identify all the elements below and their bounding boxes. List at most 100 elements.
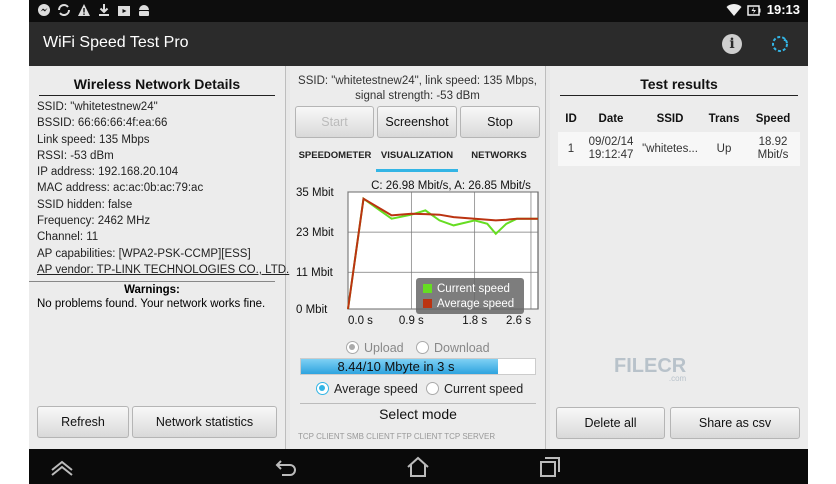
cell-date: 09/02/14 19:12:47 [584,132,638,166]
cell-speed: 18.92 Mbit/s [746,132,800,166]
progress-text: 8.44/10 Mbyte in 3 s [337,359,455,374]
stop-button[interactable]: Stop [460,106,540,138]
y-tick-label: 23 Mbit [296,227,335,239]
detail-capabilities: AP capabilities: [WPA2-PSK-CCMP][ESS] [37,247,251,260]
messenger-icon [37,3,51,21]
detail-ip: IP address: 192.168.20.104 [37,166,179,179]
details-list: SSID: "whitetestnew24" BSSID: 66:66:66:4… [29,96,290,278]
store-icon [117,3,131,21]
download-radio[interactable] [416,341,429,354]
test-results-panel: Test results ID Date SSID Trans Speed 1 … [550,66,808,449]
delete-all-button[interactable]: Delete all [556,407,665,439]
warnings-text: No problems found. Your network works fi… [37,298,266,311]
info-icon[interactable]: i [722,34,742,54]
chart-title: C: 26.98 Mbit/s, A: 26.85 Mbit/s [371,180,531,192]
navigation-bar [29,449,808,484]
y-tick-label: 35 Mbit [296,187,335,199]
status-time: 19:13 [766,2,800,17]
average-speed-radio[interactable] [316,382,329,395]
average-speed-option[interactable]: Average speed [316,382,418,396]
detail-vendor: AP vendor: TP-LINK TECHNOLOGIES CO., LTD… [37,263,290,276]
table-header-row: ID Date SSID Trans Speed [558,106,800,132]
x-tick-label: 0.9 s [399,315,424,327]
y-tick-label: 11 Mbit [296,267,334,279]
warning-icon [77,3,91,21]
status-bar: 19:13 [29,0,808,22]
detail-bssid: BSSID: 66:66:66:4f:ea:66 [37,117,168,130]
chart-legend: Current speed Average speed [416,278,524,314]
tab-visualization[interactable]: VISUALIZATION [376,148,458,172]
wifi-icon [726,3,742,21]
cell-ssid: "whitetes... [638,132,702,166]
refresh-button[interactable]: Refresh [37,406,129,438]
cell-speed-unit: Mbit/s [757,149,789,161]
app-title: WiFi Speed Test Pro [43,34,189,51]
download-label: Download [434,341,490,355]
detail-ssid: SSID: "whitetestnew24" [37,101,158,113]
connection-info-line2: signal strength: -53 dBm [355,90,480,102]
speed-chart-svg: 35 Mbit 23 Mbit 11 Mbit 0 Mbit 0.0 s 0.9 s 1.8… [296,180,539,327]
col-ssid[interactable]: SSID [638,106,702,132]
home-icon[interactable] [405,455,431,479]
cell-speed-value: 18.92 [758,136,788,148]
col-speed[interactable]: Speed [746,106,800,132]
detail-channel: Channel: 11 [37,231,99,244]
legend-label: Average speed [437,298,514,310]
x-tick-label: 0.0 s [348,315,373,327]
cell-id: 1 [558,132,584,166]
recent-apps-icon[interactable] [537,455,563,479]
detail-rssi: RSSI: -53 dBm [37,149,114,162]
upload-option[interactable]: Upload [346,341,404,355]
download-option[interactable]: Download [416,341,490,355]
transfer-progress: 8.44/10 Mbyte in 3 s [300,358,536,375]
upload-radio[interactable] [346,341,359,354]
results-title: Test results [560,66,798,96]
mode-list-peek[interactable]: TCP CLIENT SMB CLIENT FTP CLIENT TCP SER… [298,432,544,442]
detail-frequency: Frequency: 2462 MHz [37,215,151,228]
detail-mac: MAC address: ac:ac:0b:ac:79:ac [37,182,204,195]
upload-label: Upload [364,341,404,355]
panel-title: Wireless Network Details [39,66,275,96]
speed-chart: 35 Mbit 23 Mbit 11 Mbit 0 Mbit 0.0 s 0.9 s 1.8… [290,174,546,342]
back-icon[interactable] [273,455,299,479]
current-speed-radio[interactable] [426,382,439,395]
action-bar: WiFi Speed Test Pro i [29,22,808,66]
hide-keyboard-icon[interactable] [49,455,75,479]
network-details-panel: Wireless Network Details SSID: "whitetes… [29,66,290,449]
screenshot-button[interactable]: Screenshot [377,106,457,138]
download-icon [97,3,111,21]
col-date[interactable]: Date [584,106,638,132]
app-screen: 19:13 WiFi Speed Test Pro i Wireless Net… [29,0,808,484]
connection-info: SSID: "whitetestnew24", link speed: 135 … [290,66,545,104]
y-tick-label: 0 Mbit [296,304,328,316]
average-speed-label: Average speed [334,382,418,396]
network-statistics-button[interactable]: Network statistics [132,406,277,438]
tab-speedometer[interactable]: SPEEDOMETER [294,148,376,172]
speed-mode-options: Average speed Current speed [290,379,546,399]
warnings-title: Warnings: [29,281,275,296]
tab-networks[interactable]: NETWORKS [458,148,540,172]
android-icon [137,3,151,21]
refresh-icon[interactable] [770,34,790,54]
detail-link-speed: Link speed: 135 Mbps [37,133,150,146]
current-speed-label: Current speed [444,382,524,396]
legend-label: Current speed [437,283,510,295]
connection-info-line1: SSID: "whitetestnew24", link speed: 135 … [298,75,537,87]
cell-date-time: 19:12:47 [588,149,634,161]
start-button[interactable]: Start [295,106,374,138]
current-speed-option[interactable]: Current speed [426,382,523,396]
sync-icon [57,3,71,21]
table-row[interactable]: 1 09/02/14 19:12:47 "whitetes... Up 18.92… [558,132,800,166]
col-trans[interactable]: Trans [702,106,746,132]
direction-options: Upload Download [290,338,546,358]
share-csv-button[interactable]: Share as csv [670,407,800,439]
x-tick-label: 2.6 s [506,315,531,327]
results-table: ID Date SSID Trans Speed 1 09/02/14 19:12… [558,106,800,166]
x-tick-label: 1.8 s [462,315,487,327]
legend-swatch [423,284,432,293]
watermark: FILECR .com [614,355,686,383]
col-id[interactable]: ID [558,106,584,132]
cell-date-day: 09/02/14 [588,136,634,148]
battery-icon [747,3,761,21]
detail-ssid-hidden: SSID hidden: false [37,198,133,211]
